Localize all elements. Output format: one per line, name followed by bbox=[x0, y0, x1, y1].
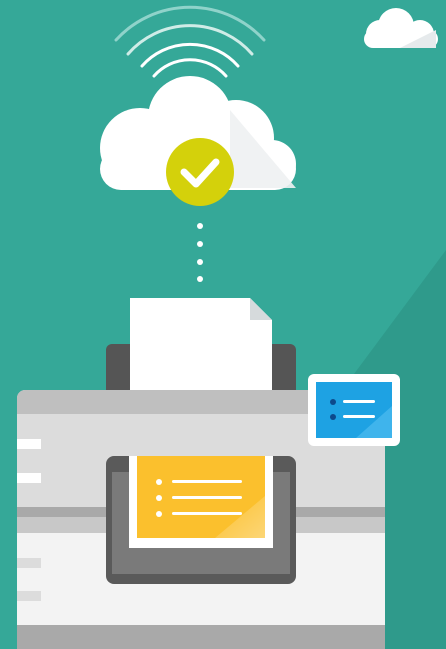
checkmark-icon bbox=[166, 138, 234, 206]
printer-display-icon bbox=[308, 374, 400, 446]
wifi-signal-icon bbox=[114, 5, 266, 78]
illustration-canvas bbox=[17, 5, 446, 649]
printed-list-icon bbox=[129, 456, 273, 548]
document-icon bbox=[130, 298, 272, 392]
cloud-print-illustration bbox=[0, 0, 446, 649]
small-cloud-icon bbox=[364, 8, 438, 48]
connection-dots bbox=[197, 223, 203, 282]
